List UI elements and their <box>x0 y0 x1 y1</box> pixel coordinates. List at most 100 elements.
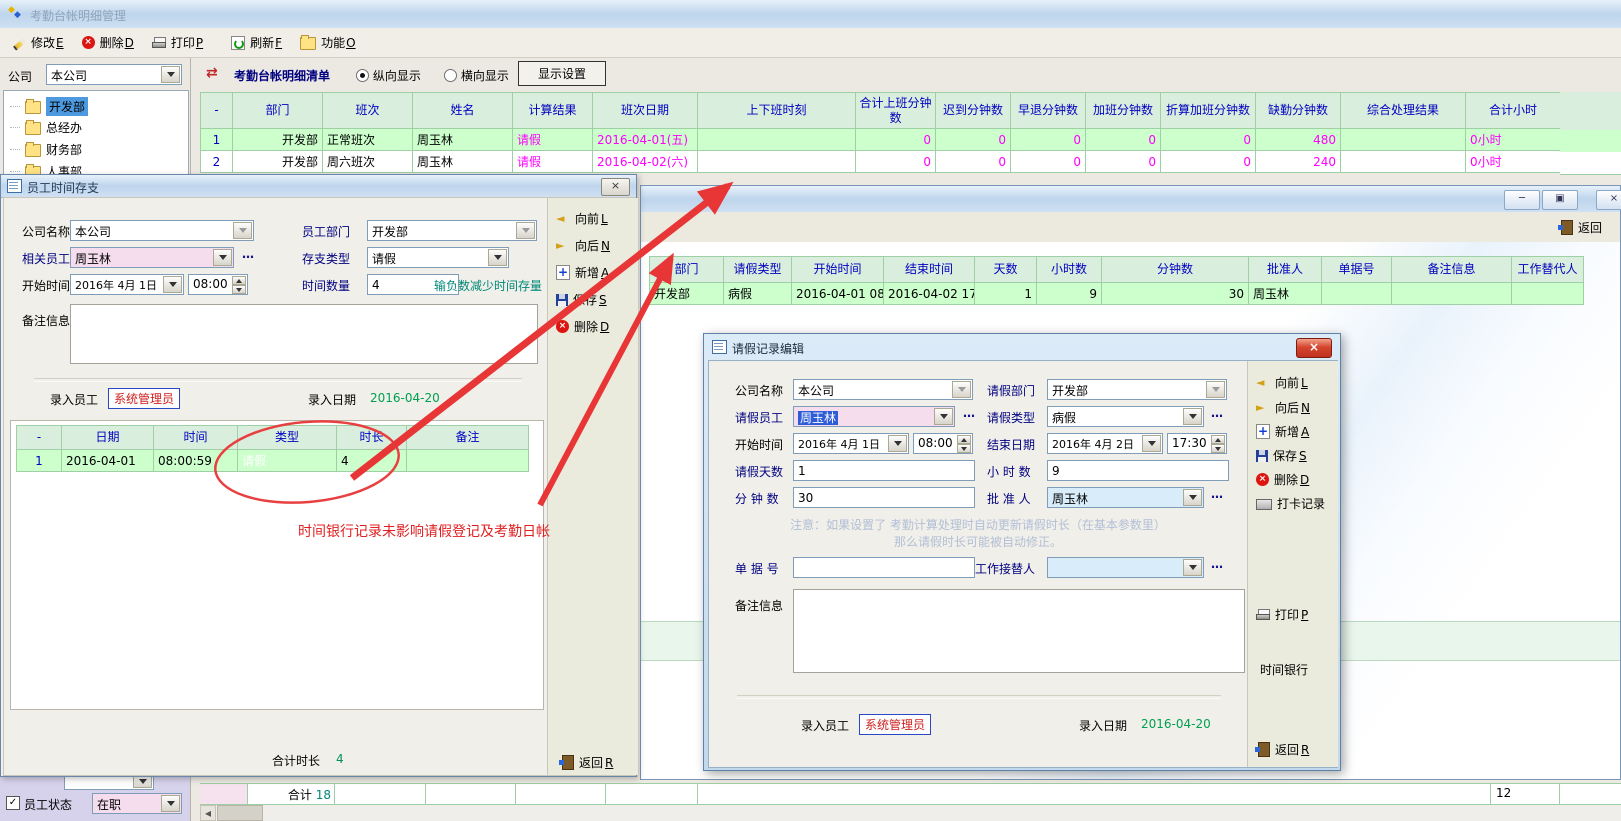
cell-days[interactable]: 1 <box>975 283 1037 305</box>
cell-ot-min[interactable]: 0 <box>1086 151 1161 173</box>
horizontal-scrollbar[interactable]: ◂ <box>200 805 1621 821</box>
scroll-left-button[interactable]: ◂ <box>200 805 216 821</box>
col-header[interactable]: 迟到分钟数 <box>936 93 1011 129</box>
balance-type-select[interactable]: 请假 <box>367 247 509 268</box>
col-header[interactable]: - <box>201 93 233 129</box>
cell-name[interactable]: 周玉林 <box>413 151 513 173</box>
col-header[interactable]: 小时数 <box>1037 257 1102 283</box>
prev-button[interactable]: ◄向前L <box>1256 374 1308 391</box>
substitute-select[interactable] <box>1047 557 1204 578</box>
col-header[interactable]: 类型 <box>238 426 337 450</box>
chevron-down-icon[interactable] <box>1183 408 1202 425</box>
cell-absent-min[interactable]: 240 <box>1256 151 1341 173</box>
col-header[interactable]: 缺勤分钟数 <box>1256 93 1341 129</box>
col-header[interactable]: 备注 <box>407 426 529 450</box>
company-select[interactable]: 本公司 <box>46 64 182 85</box>
col-header[interactable]: - <box>17 426 62 450</box>
chevron-down-icon[interactable] <box>888 435 907 452</box>
col-header[interactable]: 上下班时刻 <box>698 93 856 129</box>
cell-leave-type[interactable]: 病假 <box>724 283 792 305</box>
cell-doc-no[interactable] <box>1322 283 1392 305</box>
leave-employee-select[interactable]: 周玉林 <box>793 406 955 427</box>
cell-early-min[interactable]: 0 <box>1011 129 1086 151</box>
minutes-input[interactable] <box>793 487 975 508</box>
detail-row[interactable]: 1 2016-04-01 08:00:59 请假 4 <box>17 450 529 472</box>
chevron-down-icon[interactable] <box>163 276 182 293</box>
col-header[interactable]: 部门 <box>233 93 323 129</box>
col-header[interactable]: 批准人 <box>1249 257 1322 283</box>
delete-button[interactable]: ×删除D <box>73 31 143 54</box>
print-button[interactable]: 打印P <box>143 31 212 54</box>
employee-lookup-button[interactable]: … <box>963 406 976 420</box>
radio-horizontal[interactable]: 横向显示 <box>444 67 509 84</box>
cell-late-min[interactable]: 0 <box>936 151 1011 173</box>
cell-total-hours[interactable]: 0小时 <box>1466 129 1561 151</box>
col-header[interactable]: 部门 <box>650 257 724 283</box>
cell-dept[interactable]: 开发部 <box>233 129 323 151</box>
cell-ot-min[interactable]: 0 <box>1086 129 1161 151</box>
close-button[interactable]: × <box>1296 338 1332 358</box>
return-button[interactable]: 返回R <box>1258 741 1309 758</box>
tree-item-label[interactable]: 财务部 <box>46 141 82 158</box>
chevron-down-icon[interactable] <box>488 249 507 266</box>
col-header[interactable]: 单据号 <box>1322 257 1392 283</box>
spin-down-icon[interactable] <box>957 444 971 453</box>
col-header[interactable]: 分钟数 <box>1102 257 1249 283</box>
doc-no-input[interactable] <box>793 557 975 578</box>
cell-early-min[interactable]: 0 <box>1011 151 1086 173</box>
cell-duration[interactable]: 4 <box>337 450 407 472</box>
return-button[interactable]: 返回R <box>562 754 613 771</box>
col-header[interactable]: 结束时间 <box>884 257 975 283</box>
cell-remark[interactable] <box>1392 283 1512 305</box>
tree-item-label[interactable]: 开发部 <box>46 97 88 116</box>
tree-item-caiwubu[interactable]: 财务部 <box>10 141 82 158</box>
col-header[interactable]: 时间 <box>154 426 238 450</box>
return-button[interactable]: 返回 <box>1561 219 1602 236</box>
col-header[interactable]: 早退分钟数 <box>1011 93 1086 129</box>
remark-textarea[interactable] <box>70 304 538 364</box>
start-time-spinner[interactable]: 08:00 <box>913 433 973 454</box>
chevron-down-icon[interactable] <box>161 795 180 812</box>
cell-result[interactable]: 请假 <box>513 129 593 151</box>
col-header[interactable]: 姓名 <box>413 93 513 129</box>
cell-times-selected[interactable] <box>698 129 856 151</box>
spin-down-icon[interactable] <box>1211 444 1225 453</box>
radio-vertical[interactable]: 纵向显示 <box>356 67 421 84</box>
refresh-button[interactable]: 刷新F <box>222 31 291 54</box>
punch-records-button[interactable]: 打卡记录 <box>1256 495 1327 512</box>
employee-status-checkbox[interactable]: ✓ <box>6 796 20 810</box>
cell-approver[interactable]: 周玉林 <box>1249 283 1322 305</box>
scrollbar-thumb[interactable] <box>217 805 263 821</box>
related-employee-select[interactable]: 周玉林 <box>70 247 234 268</box>
cell-worked-min[interactable]: 0 <box>856 129 936 151</box>
cell-end[interactable]: 2016-04-02 17:30 <box>884 283 975 305</box>
tree-item-label[interactable]: 总经办 <box>46 119 82 136</box>
approver-lookup-button[interactable]: … <box>1211 487 1224 501</box>
col-header[interactable]: 天数 <box>975 257 1037 283</box>
cell-dept[interactable]: 开发部 <box>233 151 323 173</box>
col-header[interactable]: 计算结果 <box>513 93 593 129</box>
col-header[interactable]: 加班分钟数 <box>1086 93 1161 129</box>
print-button[interactable]: 打印P <box>1256 606 1308 623</box>
substitute-lookup-button[interactable]: … <box>1211 557 1224 571</box>
remark-textarea[interactable] <box>793 589 1245 673</box>
display-settings-button[interactable]: 显示设置 <box>518 61 606 86</box>
cell-time[interactable]: 08:00:59 <box>154 450 238 472</box>
prev-button[interactable]: ◄向前L <box>556 210 608 227</box>
cell-late-min[interactable]: 0 <box>936 129 1011 151</box>
cell-shift[interactable]: 周六班次 <box>323 151 413 173</box>
close-button[interactable]: × <box>1596 190 1621 210</box>
cell-result[interactable]: 请假 <box>513 151 593 173</box>
save-button[interactable]: 保存S <box>1256 447 1307 464</box>
table-row[interactable]: 1 开发部 正常班次 周玉林 请假 2016-04-01(五) 0 0 0 0 … <box>201 129 1561 151</box>
cell-shift[interactable]: 正常班次 <box>323 129 413 151</box>
col-header[interactable]: 折算加班分钟数 <box>1161 93 1256 129</box>
leave-type-lookup-button[interactable]: … <box>1211 406 1224 420</box>
col-header[interactable]: 日期 <box>62 426 154 450</box>
maximize-button[interactable]: ▣ <box>1542 190 1578 210</box>
end-date-picker[interactable]: 2016年 4月 2日 <box>1047 433 1163 454</box>
edit-button[interactable]: 修改E <box>4 31 73 54</box>
start-date-picker[interactable]: 2016年 4月 1日 <box>793 433 909 454</box>
cell-date[interactable]: 2016-04-02(六) <box>593 151 698 173</box>
minimize-button[interactable]: ─ <box>1504 190 1540 210</box>
